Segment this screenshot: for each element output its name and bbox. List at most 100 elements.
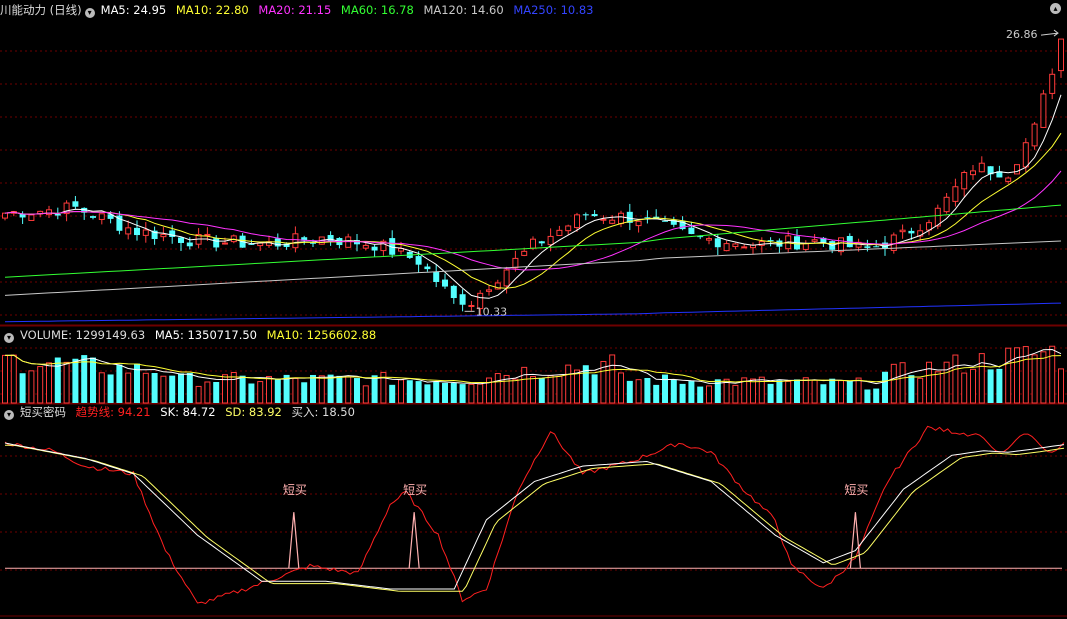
volume-bar[interactable] — [767, 383, 774, 403]
volume-bar[interactable] — [1022, 346, 1029, 404]
chevron-down-icon[interactable]: ▾ — [4, 333, 14, 343]
volume-bar[interactable] — [327, 374, 334, 403]
candle[interactable] — [442, 279, 448, 287]
candle[interactable] — [98, 213, 105, 220]
volume-bar[interactable] — [72, 358, 79, 403]
volume-bar[interactable] — [626, 380, 633, 403]
candle[interactable] — [978, 162, 985, 173]
candle[interactable] — [1058, 38, 1064, 72]
candle[interactable] — [213, 238, 220, 248]
candle[interactable] — [134, 227, 140, 236]
volume-bar[interactable] — [1014, 347, 1020, 404]
volume-bar[interactable] — [706, 385, 712, 404]
volume-bar[interactable] — [565, 364, 572, 404]
volume-bar[interactable] — [1049, 345, 1056, 404]
candle[interactable] — [486, 289, 492, 292]
candle[interactable] — [591, 214, 598, 217]
volume-bar[interactable] — [802, 377, 809, 404]
volume-bar[interactable] — [556, 375, 563, 404]
volume-bar[interactable] — [679, 383, 686, 403]
volume-bar[interactable] — [468, 383, 475, 404]
volume-bar[interactable] — [688, 380, 695, 403]
candle[interactable] — [28, 214, 35, 221]
volume-bar[interactable] — [829, 378, 836, 403]
candle[interactable] — [574, 214, 580, 229]
candle[interactable] — [521, 250, 528, 256]
candle[interactable] — [459, 294, 466, 305]
volume-bar[interactable] — [248, 383, 255, 403]
volume-bar[interactable] — [318, 375, 325, 404]
candle[interactable] — [204, 233, 211, 236]
candle[interactable] — [802, 243, 809, 250]
volume-bar[interactable] — [98, 372, 105, 404]
candle[interactable] — [582, 214, 589, 216]
volume-bar[interactable] — [398, 379, 404, 404]
volume-bar[interactable] — [186, 372, 193, 403]
volume-bar[interactable] — [635, 379, 642, 404]
volume-bar[interactable] — [2, 354, 8, 404]
candle[interactable] — [600, 218, 607, 221]
volume-bar[interactable] — [547, 375, 554, 404]
candle[interactable] — [90, 216, 96, 218]
candle[interactable] — [899, 229, 906, 233]
candle[interactable] — [371, 246, 378, 251]
candle[interactable] — [662, 220, 668, 222]
candle[interactable] — [424, 266, 431, 270]
candle[interactable] — [943, 196, 950, 213]
volume-bar[interactable] — [450, 383, 457, 403]
volume-bar[interactable] — [697, 386, 704, 403]
candle[interactable] — [512, 257, 519, 269]
volume-bar[interactable] — [512, 378, 519, 404]
candle[interactable] — [1022, 142, 1029, 168]
volume-bar[interactable] — [178, 373, 184, 403]
volume-bar[interactable] — [63, 361, 70, 404]
candle[interactable] — [970, 170, 976, 176]
buy-signal-spike[interactable] — [288, 512, 300, 569]
candle[interactable] — [547, 235, 554, 246]
volume-bar[interactable] — [37, 366, 44, 404]
candle[interactable] — [72, 201, 79, 207]
candle[interactable] — [142, 229, 149, 236]
candle[interactable] — [530, 238, 536, 249]
candle[interactable] — [811, 239, 818, 242]
volume-bar[interactable] — [406, 380, 413, 403]
candle[interactable] — [503, 269, 510, 287]
volume-bar[interactable] — [521, 366, 528, 404]
volume-bar[interactable] — [943, 361, 950, 404]
volume-bar[interactable] — [19, 373, 26, 403]
candle[interactable] — [433, 271, 440, 282]
volume-bar[interactable] — [107, 374, 114, 403]
volume-bar[interactable] — [890, 363, 897, 404]
volume-bar[interactable] — [838, 380, 844, 404]
volume-bar[interactable] — [125, 372, 132, 404]
volume-bar[interactable] — [336, 375, 343, 403]
volume-bar[interactable] — [292, 378, 299, 404]
buy-signal-spike[interactable] — [408, 512, 420, 569]
chevron-down-icon[interactable]: ▾ — [4, 410, 14, 420]
volume-bar[interactable] — [389, 384, 396, 403]
candle[interactable] — [222, 242, 228, 245]
candle[interactable] — [327, 235, 334, 242]
volume-bar[interactable] — [873, 388, 880, 403]
candle[interactable] — [468, 304, 475, 307]
candle[interactable] — [1040, 93, 1047, 128]
volume-bar[interactable] — [908, 375, 915, 403]
volume-bar[interactable] — [10, 354, 17, 404]
volume-bar[interactable] — [978, 353, 985, 404]
volume-bar[interactable] — [46, 362, 52, 404]
candle[interactable] — [688, 227, 695, 235]
volume-bar[interactable] — [934, 371, 941, 404]
volume-bar[interactable] — [266, 375, 272, 404]
volume-bar[interactable] — [1005, 347, 1012, 404]
volume-bar[interactable] — [54, 357, 61, 403]
volume-bar[interactable] — [811, 379, 818, 404]
volume-bar[interactable] — [618, 372, 624, 404]
candle[interactable] — [635, 220, 642, 227]
volume-bar[interactable] — [846, 381, 853, 403]
volume-bar[interactable] — [1058, 368, 1064, 404]
candle[interactable] — [1031, 123, 1038, 147]
volume-bar[interactable] — [653, 384, 660, 403]
volume-bar[interactable] — [785, 380, 792, 404]
candle[interactable] — [873, 246, 880, 248]
volume-bar[interactable] — [882, 371, 888, 403]
